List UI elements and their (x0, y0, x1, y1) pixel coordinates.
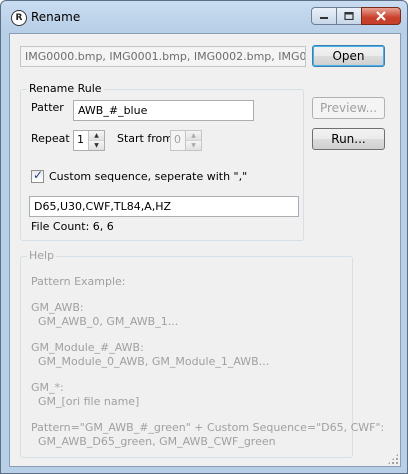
run-button[interactable]: Run... (312, 128, 385, 150)
repeat-down-icon[interactable]: ▼ (89, 141, 104, 150)
help-line: GM_Module_#_AWB: (31, 341, 144, 354)
start-from-label: Start from (117, 132, 173, 145)
close-button[interactable] (361, 7, 401, 25)
help-line: Pattern Example: (31, 275, 126, 288)
close-icon (376, 11, 386, 21)
custom-sequence-checkbox[interactable]: ✓ (31, 168, 44, 183)
custom-sequence-input[interactable]: D65,U30,CWF,TL84,A,HZ (29, 196, 299, 217)
resize-grip-icon[interactable] (387, 453, 399, 465)
checkmark-icon: ✓ (33, 168, 44, 182)
help-line: GM_Module_0_AWB, GM_Module_1_AWB... (31, 355, 270, 368)
help-line: Pattern="GM_AWB_#_green" + Custom Sequen… (31, 421, 385, 434)
repeat-value: 1 (77, 133, 84, 146)
help-group-label: Help (27, 249, 57, 262)
repeat-up-icon[interactable]: ▲ (89, 131, 104, 141)
dialog-body: IMG0000.bmp, IMG0001.bmp, IMG0002.bmp, I… (9, 33, 401, 467)
help-line: GM_AWB_D65_green, GM_AWB_CWF_green (31, 435, 276, 448)
pattern-input[interactable]: AWB_#_blue (73, 100, 254, 121)
start-from-stepper-arrows: ▲ ▼ (185, 131, 201, 150)
help-line: GM_[ori file name] (31, 395, 140, 408)
preview-button[interactable]: Preview... (312, 97, 385, 119)
rename-rule-group: Rename Rule Patter AWB_#_blue Repeat 1 ▲… (20, 82, 304, 241)
start-from-down-icon[interactable]: ▼ (186, 141, 201, 150)
minimize-icon (320, 17, 328, 19)
open-button[interactable]: Open (312, 45, 385, 67)
repeat-stepper[interactable]: 1 ▲ ▼ (73, 130, 105, 151)
caption-buttons (311, 7, 401, 25)
repeat-label: Repeat (31, 132, 70, 145)
pattern-label: Patter (31, 101, 64, 114)
start-from-stepper[interactable]: 0 ▲ ▼ (170, 130, 202, 151)
start-from-up-icon[interactable]: ▲ (186, 131, 201, 141)
app-icon: R (11, 10, 27, 26)
help-line: GM_*: (31, 381, 64, 394)
file-count-text: File Count: 6, 6 (31, 220, 114, 233)
minimize-button[interactable] (311, 7, 337, 25)
window-title: Rename (31, 10, 81, 24)
rename-window: R Rename IMG0000.bmp, IMG0001.bmp, IMG00… (0, 0, 408, 474)
rename-rule-group-label: Rename Rule (27, 82, 104, 95)
custom-sequence-label: Custom sequence, seperate with "," (49, 170, 248, 183)
help-group: Help Pattern Example: GM_AWB: GM_AWB_0, … (20, 249, 384, 458)
repeat-stepper-arrows: ▲ ▼ (88, 131, 104, 150)
help-line: GM_AWB: (31, 301, 84, 314)
title-bar[interactable]: R Rename (1, 1, 407, 33)
maximize-icon (344, 12, 354, 20)
file-list-field[interactable]: IMG0000.bmp, IMG0001.bmp, IMG0002.bmp, I… (20, 46, 306, 67)
start-from-value: 0 (174, 133, 181, 146)
maximize-button[interactable] (336, 7, 362, 25)
help-line: GM_AWB_0, GM_AWB_1... (31, 315, 179, 328)
